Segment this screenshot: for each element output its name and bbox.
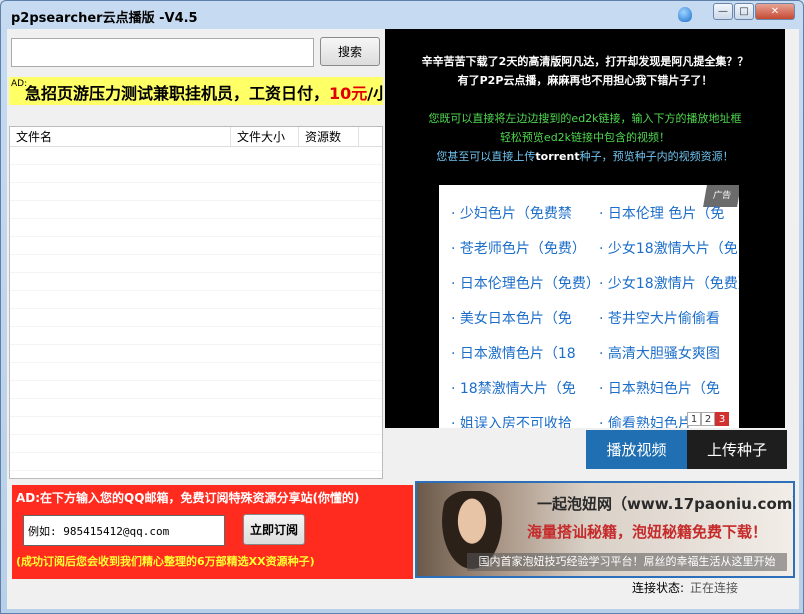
ad-text-after: /小时！	[367, 84, 383, 103]
window-controls: — □ ✕	[712, 3, 795, 20]
subscribe-button[interactable]: 立即订阅	[243, 514, 305, 545]
search-button[interactable]: 搜索	[320, 37, 380, 66]
title-bar[interactable]: p2psearcher云点播版 -V4.5 — □ ✕	[1, 1, 803, 29]
email-field[interactable]	[23, 515, 225, 546]
ad-link[interactable]: · 日本激情色片（18	[451, 343, 576, 363]
intro-line-5: 您甚至可以直接上传torrent种子，预览种子内的视频资源！	[385, 148, 785, 164]
intro-line-1: 辛辛苦苦下载了2天的高清版阿凡达，打开却发现是阿凡提全集？？	[421, 55, 749, 68]
pager-page-3[interactable]: 3	[715, 412, 729, 426]
ad-text-before: 急招页游压力测试兼职挂机员，工资日付，	[25, 84, 330, 103]
intro-line-4: 轻松预览ed2k链接中包含的视频！	[499, 131, 671, 144]
maximize-button[interactable]: □	[734, 3, 754, 20]
banner-line-1: 一起泡妞网（www.17paoniu.com）	[537, 495, 795, 513]
status-label: 连接状态:	[632, 581, 685, 595]
connection-status: 连接状态: 正在连接	[632, 579, 738, 596]
subscribe-title: AD:在下方输入您的QQ邮箱，免费订阅特殊资源分享站(你懂的)	[16, 491, 360, 505]
ad-link[interactable]: · 少妇色片（免费禁	[451, 203, 572, 223]
ad-link-box: 广告 · 少妇色片（免费禁 · 日本伦理 色片（免 · 苍老师色片（免费） · …	[439, 185, 739, 428]
subscribe-note: (成功订阅后您会收到我们精心整理的6万部精选XX资源种子)	[16, 555, 315, 568]
ad-link[interactable]: · 少女18激情片（免费）	[599, 273, 739, 293]
ad-link[interactable]: · 苍井空大片偷偷看	[599, 308, 720, 328]
file-list-body[interactable]	[10, 147, 382, 477]
banner-line-3: 国内首家泡妞技巧经验学习平台！屌丝的幸福生活从这里开始	[467, 553, 787, 571]
close-button[interactable]: ✕	[755, 3, 795, 20]
upload-torrent-button[interactable]: 上传种子	[687, 430, 787, 469]
minimize-button[interactable]: —	[713, 3, 733, 20]
status-value: 正在连接	[690, 581, 739, 595]
ad-banner[interactable]: 一起泡妞网（www.17paoniu.com） 海量搭讪秘籍，泡妞秘籍免费下载！…	[415, 481, 795, 578]
intro-line-5-before: 您甚至可以直接上传	[436, 150, 536, 163]
ad-link[interactable]: · 美女日本色片（免	[451, 308, 572, 328]
ad-link[interactable]: · 日本伦理色片（免费）	[451, 273, 600, 293]
ad-link[interactable]: · 苍老师色片（免费）	[451, 238, 586, 258]
pager-page-1[interactable]: 1	[687, 412, 701, 426]
banner-line-2: 海量搭讪秘籍，泡妞秘籍免费下载！	[527, 523, 768, 541]
ad-strip[interactable]: AD: 急招页游压力测试兼职挂机员，工资日付，10元/小时！	[9, 77, 383, 105]
search-input[interactable]	[11, 38, 314, 67]
subscribe-panel: AD:在下方输入您的QQ邮箱，免费订阅特殊资源分享站(你懂的) 立即订阅 (成功…	[12, 485, 413, 579]
ad-link[interactable]: · 日本熟妇色片（免	[599, 378, 720, 398]
client-area: 搜索 AD: 急招页游压力测试兼职挂机员，工资日付，10元/小时！ 文件名 文件…	[7, 29, 799, 609]
app-window: p2psearcher云点播版 -V4.5 — □ ✕ 搜索 AD: 急招页游压…	[0, 0, 804, 614]
ad-price: 10元	[329, 84, 368, 103]
ad-link[interactable]: · 少女18激情大片（免	[599, 238, 738, 258]
ad-link[interactable]: · 日本伦理 色片（免	[599, 203, 724, 223]
ad-link[interactable]: · 高清大胆骚女爽图	[599, 343, 720, 363]
column-filesize[interactable]: 文件大小	[231, 127, 299, 146]
ad-pager: 1 2 3	[687, 412, 729, 426]
pager-page-2[interactable]: 2	[701, 412, 715, 426]
file-list-header: 文件名 文件大小 资源数	[10, 127, 382, 147]
play-video-button[interactable]: 播放视频	[586, 430, 687, 469]
ad-link[interactable]: · 18禁激情大片（免	[451, 378, 576, 398]
intro-line-3: 您既可以直接将左边边搜到的ed2k链接，输入下方的播放地址框	[428, 112, 742, 125]
intro-line-2: 有了P2P云点播，麻麻再也不用担心我下错片子了！	[457, 74, 713, 87]
app-drop-icon	[678, 7, 692, 22]
ad-link[interactable]: · 偷看熟妇色片	[599, 413, 692, 428]
video-panel: 辛辛苦苦下载了2天的高清版阿凡达，打开却发现是阿凡提全集？？ 有了P2P云点播，…	[385, 29, 785, 428]
column-sources[interactable]: 资源数	[299, 127, 359, 146]
column-filename[interactable]: 文件名	[10, 127, 231, 146]
intro-line-5-after: 种子，预览种子内的视频资源！	[579, 150, 734, 163]
ad-link[interactable]: · 姐误入房不可收拾	[451, 413, 572, 428]
intro-line-5-bold: torrent	[535, 150, 580, 163]
file-list[interactable]: 文件名 文件大小 资源数	[9, 126, 383, 479]
ad-text: 急招页游压力测试兼职挂机员，工资日付，10元/小时！	[25, 80, 383, 104]
window-title: p2psearcher云点播版 -V4.5	[11, 11, 198, 26]
